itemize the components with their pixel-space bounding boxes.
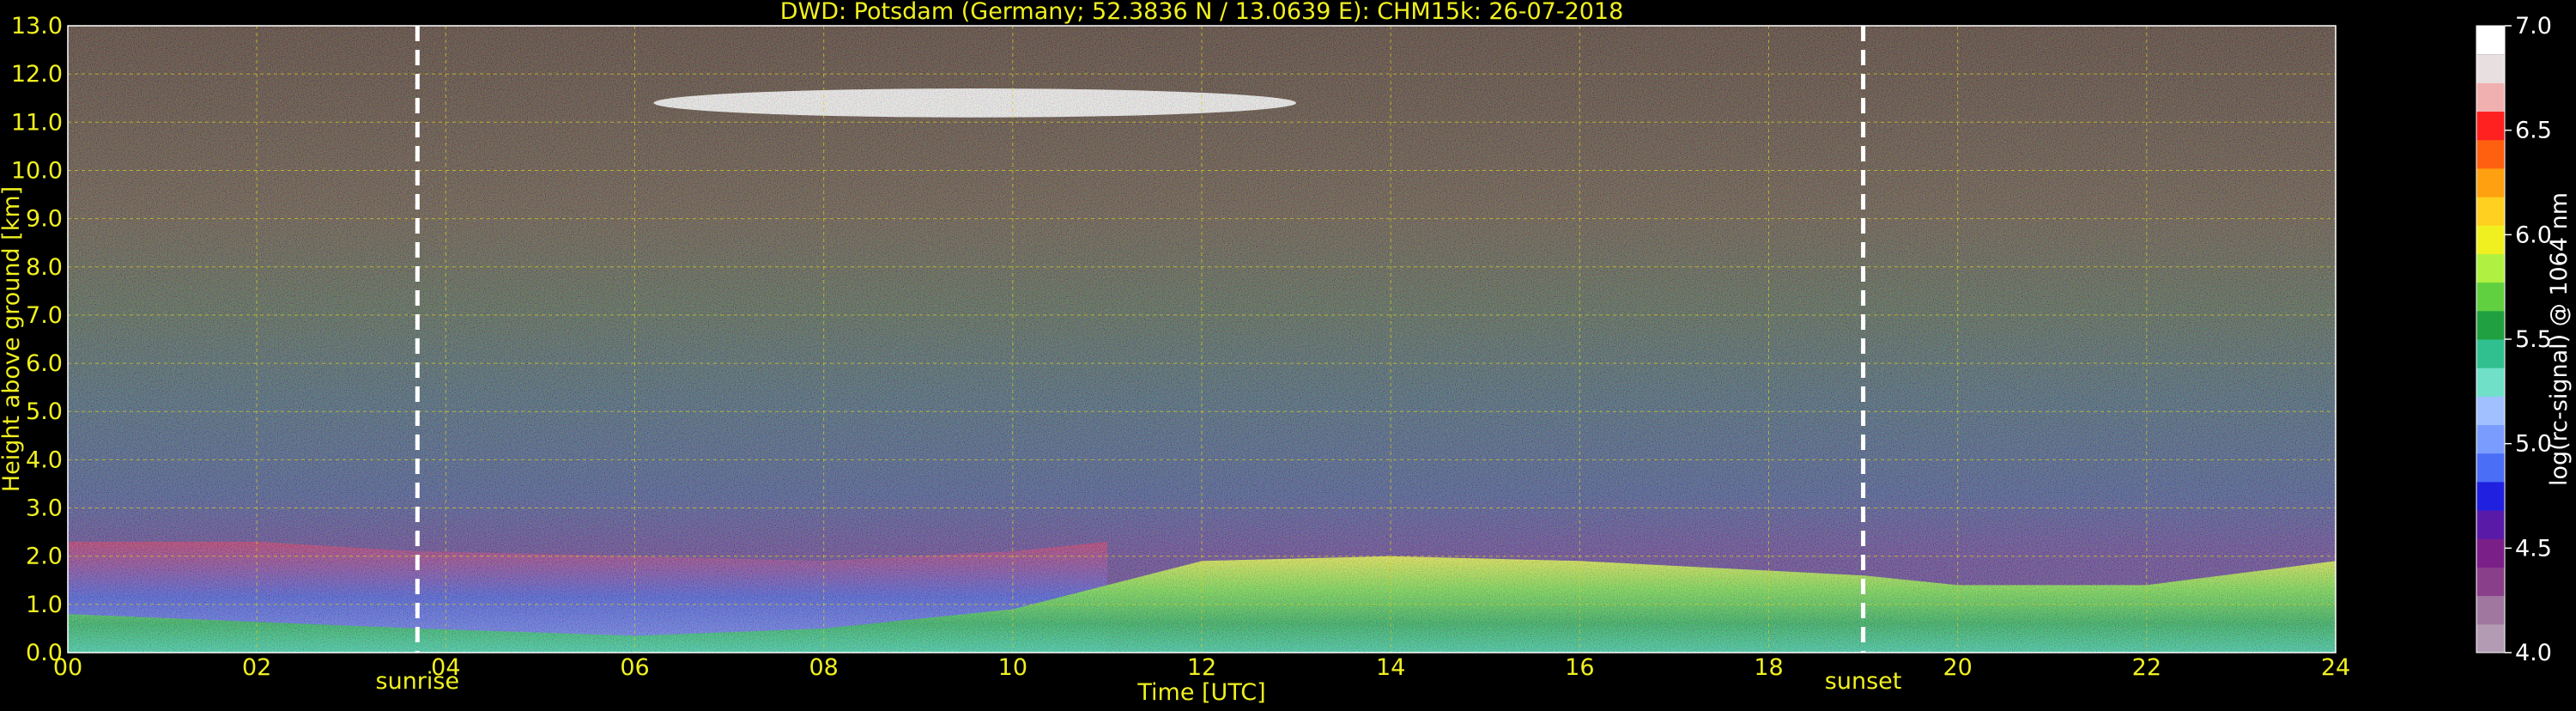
x-tick-label: 22 (2132, 654, 2161, 681)
colorbar-swatch (2476, 253, 2505, 283)
y-tick-label: 13.0 (11, 13, 63, 40)
noise-texture (68, 26, 2336, 653)
x-axis-label: Time [UTC] (1136, 679, 1265, 706)
colorbar-swatch (2476, 339, 2505, 368)
colorbar-swatch (2476, 396, 2505, 426)
colorbar-swatch (2476, 623, 2505, 653)
x-tick-label: 16 (1565, 654, 1594, 681)
colorbar-swatch (2476, 595, 2505, 625)
colorbar-swatch (2476, 538, 2505, 568)
colorbar-tick-label: 6.5 (2515, 118, 2552, 144)
y-tick-label: 9.0 (26, 206, 63, 233)
colorbar-swatch (2476, 167, 2505, 198)
y-tick-label: 1.0 (26, 592, 63, 618)
colorbar-swatch (2476, 111, 2505, 141)
x-tick-label: 06 (620, 654, 649, 681)
colorbar-swatch (2476, 282, 2505, 312)
y-tick-label: 12.0 (11, 61, 63, 88)
y-tick-label: 2.0 (26, 544, 63, 570)
chart-title: DWD: Potsdam (Germany; 52.3836 N / 13.06… (780, 0, 1624, 25)
colorbar-label: log(rc-signal) @ 1064 nm (2546, 192, 2573, 486)
colorbar-tick-label: 7.0 (2515, 13, 2552, 40)
y-tick-label: 7.0 (26, 302, 63, 329)
x-tick-label: 20 (1943, 654, 1972, 681)
y-tick-label: 8.0 (26, 254, 63, 281)
colorbar-swatch (2476, 225, 2505, 254)
y-tick-label: 5.0 (26, 398, 63, 425)
colorbar-swatch (2476, 54, 2505, 83)
y-axis-label: Height above ground [km] (0, 186, 25, 492)
colorbar-swatch (2476, 510, 2505, 539)
y-tick-label: 10.0 (11, 157, 63, 184)
y-tick-label: 3.0 (26, 495, 63, 522)
colorbar-swatch (2476, 310, 2505, 340)
colorbar-swatch (2476, 424, 2505, 454)
colorbar-swatch (2476, 567, 2505, 597)
ceilometer-figure: DWD: Potsdam (Germany; 52.3836 N / 13.06… (0, 0, 2576, 708)
y-tick-label: 11.0 (11, 109, 63, 136)
x-tick-label: 02 (242, 654, 271, 681)
x-tick-label: 18 (1754, 654, 1783, 681)
colorbar: 4.04.55.05.56.06.57.0 log(rc-signal) @ 1… (2476, 13, 2573, 666)
sunset-label: sunset (1825, 668, 1902, 695)
colorbar-swatch (2476, 26, 2505, 55)
colorbar-swatch (2476, 197, 2505, 226)
colorbar-swatch (2476, 82, 2505, 112)
colorbar-ticks: 4.04.55.05.56.06.57.0 (2505, 13, 2552, 666)
x-tick-label: 10 (998, 654, 1027, 681)
colorbar-swatch (2476, 481, 2505, 511)
x-tick-label: 12 (1187, 654, 1216, 681)
x-tick-label: 14 (1376, 654, 1405, 681)
y-tick-label: 6.0 (26, 350, 63, 377)
colorbar-swatch (2476, 453, 2505, 483)
colorbar-swatches (2476, 26, 2505, 653)
plot-area (68, 26, 2336, 653)
x-tick-label: 24 (2321, 654, 2350, 681)
colorbar-tick-label: 4.5 (2515, 535, 2552, 562)
x-tick-label: 08 (809, 654, 838, 681)
sunrise-label: sunrise (376, 668, 460, 695)
colorbar-tick-label: 4.0 (2515, 640, 2552, 666)
ceilometer-chart: DWD: Potsdam (Germany; 52.3836 N / 13.06… (0, 0, 2573, 706)
colorbar-swatch (2476, 368, 2505, 397)
colorbar-swatch (2476, 139, 2505, 169)
y-tick-label: 0.0 (26, 640, 63, 666)
y-tick-label: 4.0 (26, 447, 63, 473)
